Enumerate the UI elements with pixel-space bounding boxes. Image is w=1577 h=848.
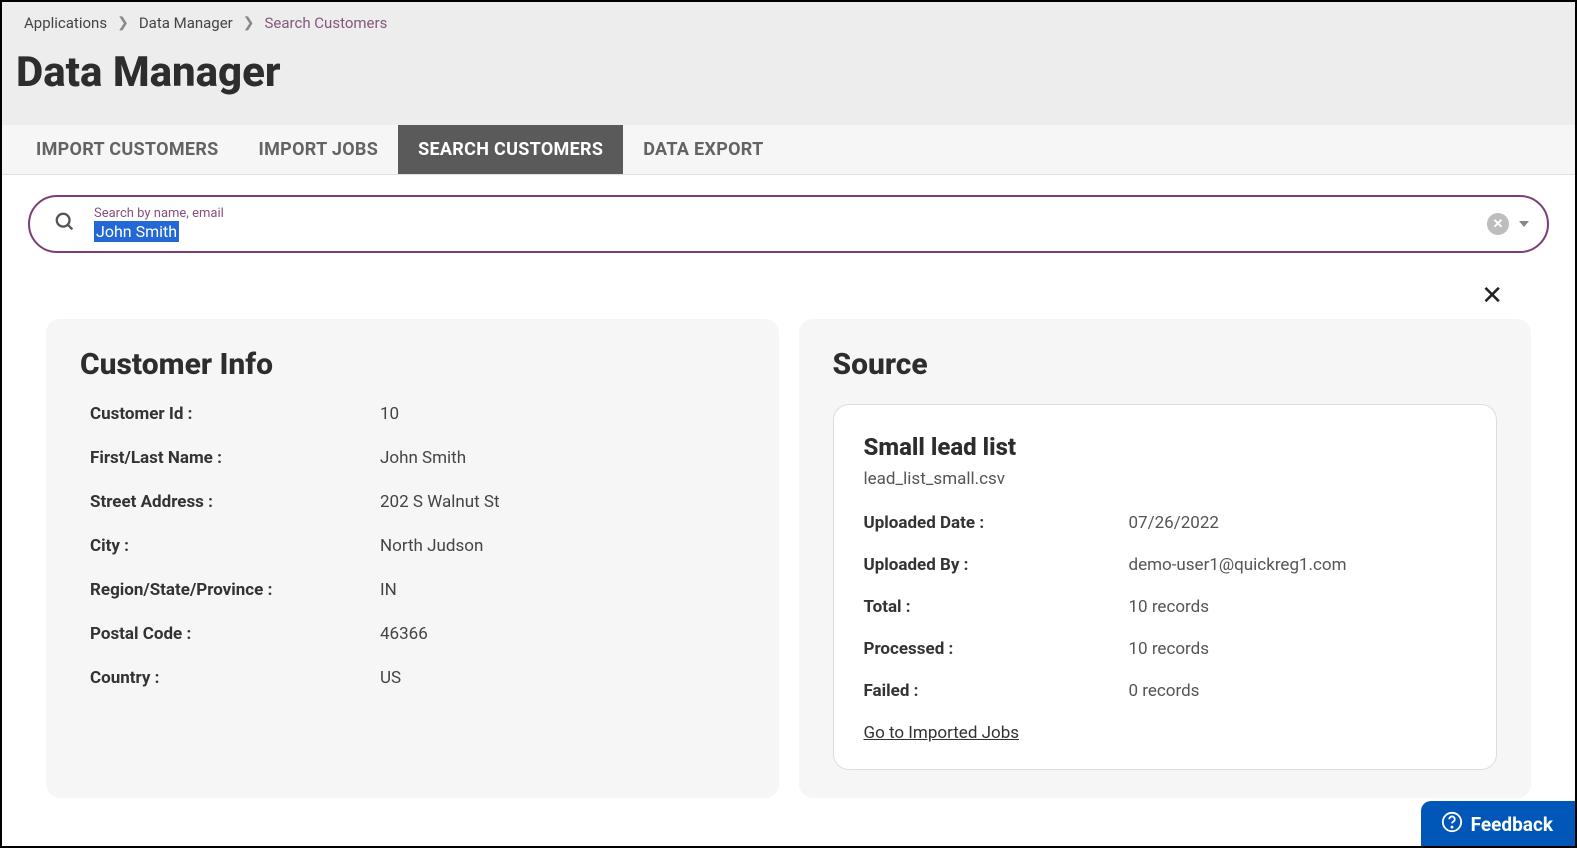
source-row-processed: Processed : 10 records bbox=[864, 639, 1467, 659]
info-row-country: Country : US bbox=[90, 668, 745, 688]
tabs: IMPORT CUSTOMERS IMPORT JOBS SEARCH CUST… bbox=[2, 125, 1575, 175]
help-icon bbox=[1441, 811, 1463, 838]
tab-search-customers[interactable]: SEARCH CUSTOMERS bbox=[398, 125, 623, 174]
info-label: Street Address : bbox=[90, 492, 380, 512]
info-row-name: First/Last Name : John Smith bbox=[90, 448, 745, 468]
breadcrumb-item-applications[interactable]: Applications bbox=[24, 14, 107, 32]
info-row-region: Region/State/Province : IN bbox=[90, 580, 745, 600]
source-label: Failed : bbox=[864, 681, 1129, 701]
source-card: Small lead list lead_list_small.csv Uplo… bbox=[833, 404, 1498, 770]
info-label: Country : bbox=[90, 668, 380, 688]
search-icon bbox=[54, 211, 76, 237]
feedback-button[interactable]: Feedback bbox=[1421, 801, 1575, 846]
page-title: Data Manager bbox=[2, 40, 1575, 125]
info-label: Region/State/Province : bbox=[90, 580, 380, 600]
info-row-city: City : North Judson bbox=[90, 536, 745, 556]
info-value: US bbox=[380, 668, 401, 688]
source-row-total: Total : 10 records bbox=[864, 597, 1467, 617]
tab-import-jobs[interactable]: IMPORT JOBS bbox=[239, 125, 399, 174]
source-row-uploaded-date: Uploaded Date : 07/26/2022 bbox=[864, 513, 1467, 533]
source-label: Total : bbox=[864, 597, 1129, 617]
source-title: Small lead list bbox=[864, 433, 1467, 461]
source-filename: lead_list_small.csv bbox=[864, 469, 1467, 489]
source-heading: Source bbox=[833, 347, 1498, 382]
search-bar[interactable]: Search by name, email John Smith ✕ bbox=[28, 195, 1549, 253]
info-value: 10 bbox=[380, 404, 399, 424]
close-icon[interactable]: ✕ bbox=[16, 261, 1561, 319]
source-panel: Source Small lead list lead_list_small.c… bbox=[799, 319, 1532, 798]
source-label: Uploaded By : bbox=[864, 555, 1129, 575]
info-value: John Smith bbox=[380, 448, 466, 468]
info-value: 46366 bbox=[380, 624, 428, 644]
info-row-customer-id: Customer Id : 10 bbox=[90, 404, 745, 424]
info-label: City : bbox=[90, 536, 380, 556]
info-row-street: Street Address : 202 S Walnut St bbox=[90, 492, 745, 512]
breadcrumb-item-search-customers[interactable]: Search Customers bbox=[265, 14, 388, 32]
source-label: Processed : bbox=[864, 639, 1129, 659]
go-to-imported-jobs-link[interactable]: Go to Imported Jobs bbox=[864, 723, 1020, 743]
source-value: 10 records bbox=[1129, 639, 1210, 659]
tab-data-export[interactable]: DATA EXPORT bbox=[623, 125, 783, 174]
chevron-right-icon: ❯ bbox=[117, 15, 129, 31]
info-value: North Judson bbox=[380, 536, 483, 556]
info-value: IN bbox=[380, 580, 397, 600]
source-value: demo-user1@quickreg1.com bbox=[1129, 555, 1347, 575]
customer-info-heading: Customer Info bbox=[80, 347, 745, 382]
breadcrumb-item-data-manager[interactable]: Data Manager bbox=[139, 14, 233, 32]
source-row-uploaded-by: Uploaded By : demo-user1@quickreg1.com bbox=[864, 555, 1467, 575]
search-input[interactable]: John Smith bbox=[94, 222, 294, 241]
info-value: 202 S Walnut St bbox=[380, 492, 500, 512]
info-label: First/Last Name : bbox=[90, 448, 380, 468]
source-value: 07/26/2022 bbox=[1129, 513, 1219, 533]
clear-search-icon[interactable]: ✕ bbox=[1487, 213, 1509, 235]
source-row-failed: Failed : 0 records bbox=[864, 681, 1467, 701]
breadcrumb: Applications ❯ Data Manager ❯ Search Cus… bbox=[2, 2, 1575, 40]
chevron-down-icon[interactable] bbox=[1519, 221, 1529, 227]
feedback-label: Feedback bbox=[1471, 813, 1553, 836]
tab-import-customers[interactable]: IMPORT CUSTOMERS bbox=[16, 125, 239, 174]
source-value: 10 records bbox=[1129, 597, 1210, 617]
info-label: Customer Id : bbox=[90, 404, 380, 424]
info-label: Postal Code : bbox=[90, 624, 380, 644]
source-value: 0 records bbox=[1129, 681, 1200, 701]
customer-info-panel: Customer Info Customer Id : 10 First/Las… bbox=[46, 319, 779, 798]
source-label: Uploaded Date : bbox=[864, 513, 1129, 533]
chevron-right-icon: ❯ bbox=[243, 15, 255, 31]
search-input-label: Search by name, email bbox=[94, 207, 1487, 220]
info-row-postal: Postal Code : 46366 bbox=[90, 624, 745, 644]
